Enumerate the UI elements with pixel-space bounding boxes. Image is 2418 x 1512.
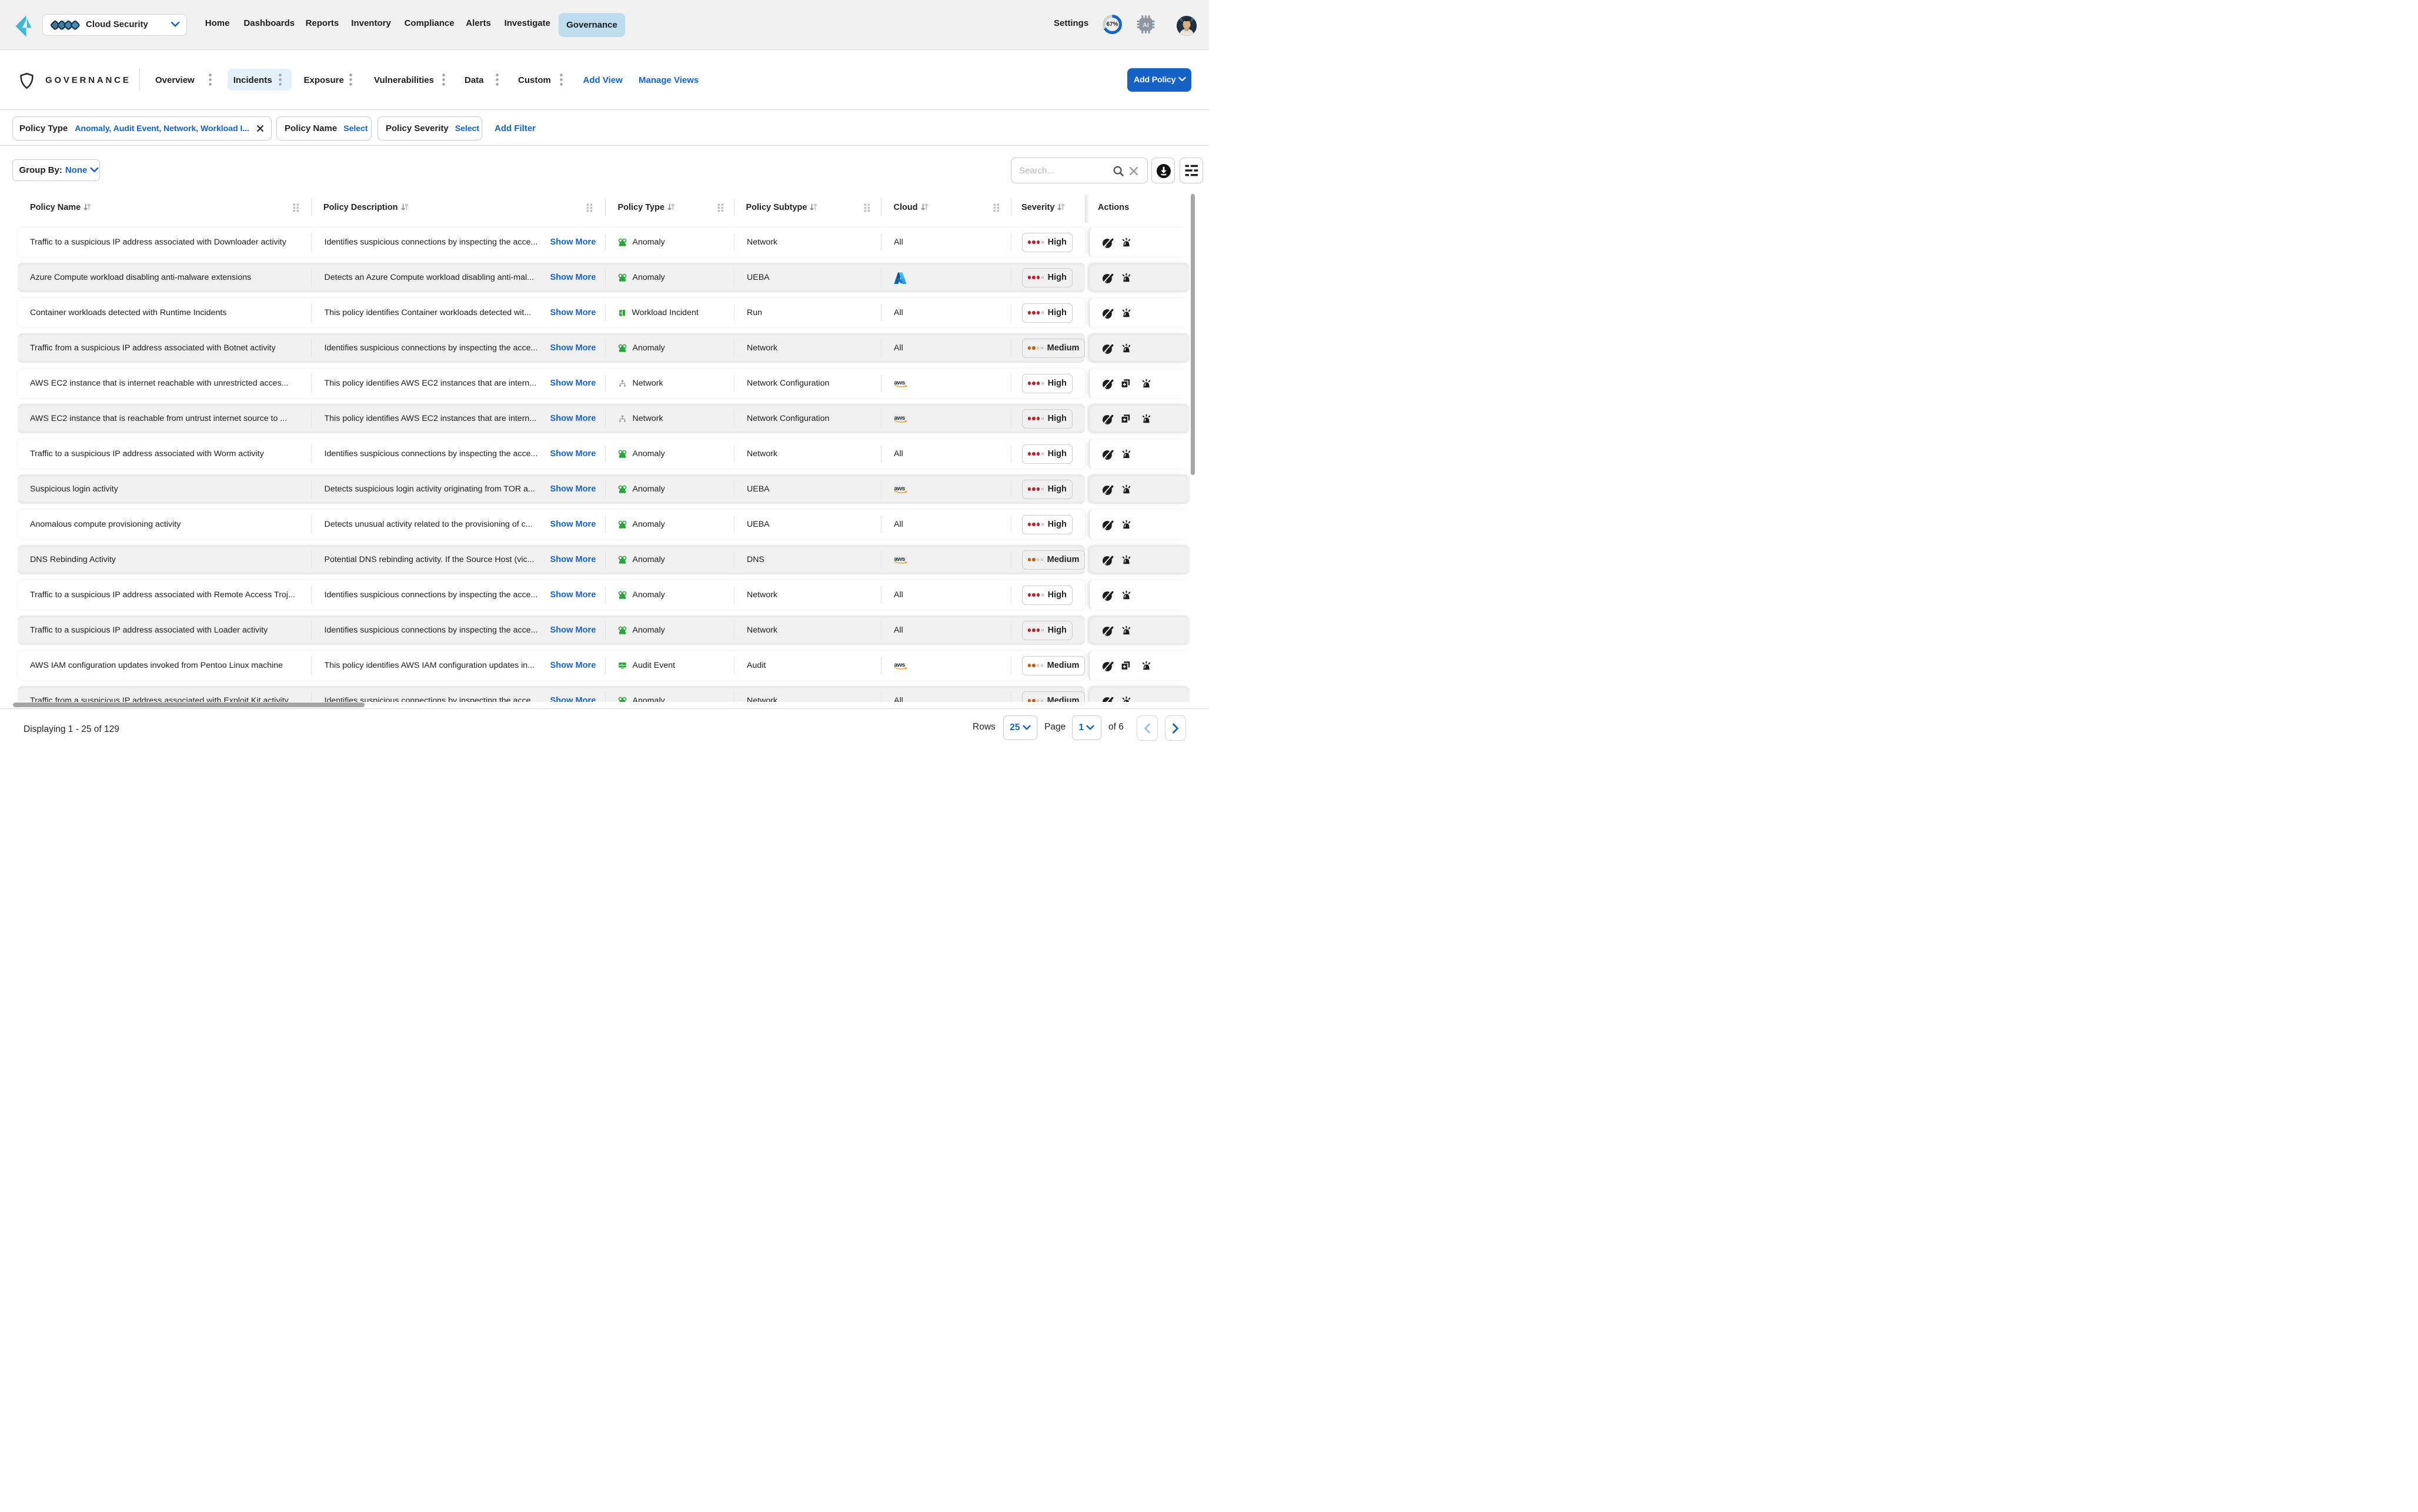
svg-text:aws: aws <box>894 661 906 668</box>
svg-text:aws: aws <box>894 379 906 386</box>
svg-text:aws: aws <box>894 485 906 492</box>
svg-text:aws: aws <box>894 556 906 563</box>
svg-text:aws: aws <box>894 414 906 422</box>
svg-text:AI: AI <box>1143 22 1149 29</box>
